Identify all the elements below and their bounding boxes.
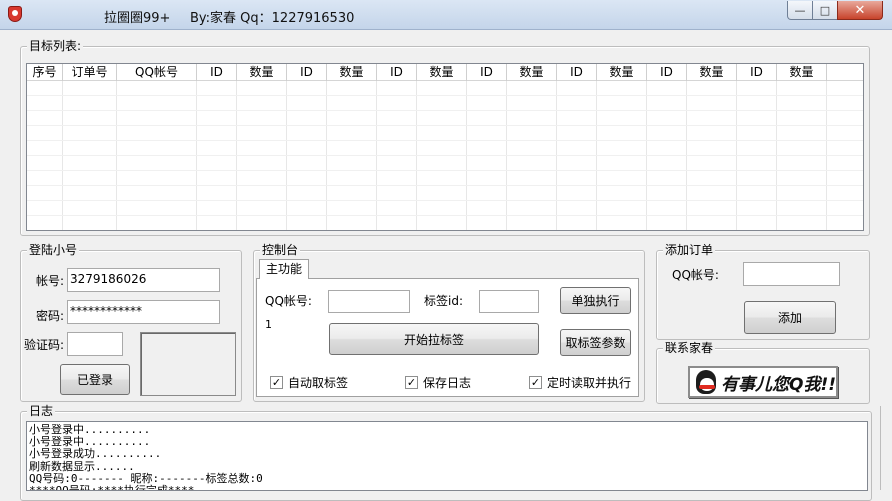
grid-line <box>27 140 863 141</box>
divider <box>880 406 881 490</box>
grid-line <box>27 155 863 156</box>
grid-line <box>27 215 863 216</box>
window-title-author: By:家春 Qq：1227916530 <box>190 11 355 26</box>
add-order-qq-label: QQ帐号: <box>672 268 719 282</box>
captcha-input[interactable] <box>67 332 123 356</box>
column-header[interactable]: ID <box>197 64 237 81</box>
close-button[interactable]: ✕ <box>837 1 883 20</box>
column-header[interactable]: ID <box>737 64 777 81</box>
column-header[interactable]: 数量 <box>417 64 467 81</box>
column-header[interactable]: 数量 <box>687 64 737 81</box>
password-label: 密码: <box>36 309 65 323</box>
account-label: 帐号: <box>36 274 65 288</box>
column-header[interactable]: ID <box>467 64 507 81</box>
control-qq-label: QQ帐号: <box>265 294 312 308</box>
tag-id-label: 标签id: <box>424 294 463 308</box>
password-input[interactable]: ************ <box>67 300 220 324</box>
table-body[interactable] <box>27 81 863 230</box>
grid-line <box>27 125 863 126</box>
fetch-tag-params-button[interactable]: 取标签参数 <box>560 329 631 356</box>
checkmark-icon: ✓ <box>270 376 283 389</box>
maximize-button[interactable]: □ <box>812 1 838 20</box>
column-header[interactable]: 数量 <box>597 64 647 81</box>
captcha-image[interactable] <box>140 332 236 396</box>
target-list-legend: 目标列表: <box>27 39 84 53</box>
control-legend: 控制台 <box>260 243 301 257</box>
grid-line <box>27 170 863 171</box>
captcha-label: 验证码: <box>24 338 65 352</box>
close-icon: ✕ <box>854 2 866 18</box>
table-header: 序号 订单号 QQ帐号 ID 数量 ID 数量 ID 数量 ID 数量 ID 数量 ID 数量 ID 数量 <box>27 64 863 81</box>
qq-penguin-icon <box>696 370 717 394</box>
column-header[interactable]: 序号 <box>27 64 63 81</box>
add-order-legend: 添加订单 <box>663 243 716 257</box>
timed-execute-label: 定时读取并执行 <box>547 376 632 390</box>
column-header[interactable]: 数量 <box>507 64 557 81</box>
minimize-icon: — <box>794 3 806 17</box>
column-header[interactable]: ID <box>647 64 687 81</box>
column-header[interactable]: 数量 <box>777 64 827 81</box>
log-legend: 日志 <box>27 404 56 418</box>
log-line: 小号登录中.......... <box>29 423 151 436</box>
window-title-app: 拉圈圈99+ <box>104 11 171 26</box>
grid-line <box>27 110 863 111</box>
tab-main[interactable]: 主功能 <box>259 259 309 279</box>
checkmark-icon: ✓ <box>405 376 418 389</box>
timed-execute-checkbox[interactable]: ✓ 定时读取并执行 <box>529 374 631 391</box>
login-button[interactable]: 已登录 <box>60 364 130 395</box>
checkmark-icon: ✓ <box>529 376 542 389</box>
login-legend: 登陆小号 <box>27 243 80 257</box>
save-log-label: 保存日志 <box>423 376 472 390</box>
single-execute-button[interactable]: 单独执行 <box>560 287 631 314</box>
add-order-button[interactable]: 添加 <box>744 301 836 334</box>
auto-fetch-tag-label: 自动取标签 <box>288 376 349 390</box>
grid-line <box>27 200 863 201</box>
column-header[interactable]: 数量 <box>327 64 377 81</box>
app-icon <box>8 6 22 22</box>
column-header[interactable]: 订单号 <box>63 64 117 81</box>
log-line: 刷新数据显示...... <box>29 459 135 473</box>
contact-qq-button-label: 有事儿您Q我!! <box>721 374 836 395</box>
maximize-icon: □ <box>819 3 831 17</box>
log-line: 小号登录成功.......... <box>29 447 162 461</box>
column-header[interactable]: ID <box>377 64 417 81</box>
log-line: ****QQ号码:****执行完成**** <box>29 484 195 491</box>
column-header[interactable]: 数量 <box>237 64 287 81</box>
auto-fetch-tag-checkbox[interactable]: ✓ 自动取标签 <box>270 374 348 391</box>
column-header[interactable]: QQ帐号 <box>117 64 197 81</box>
column-header[interactable]: ID <box>557 64 597 81</box>
account-input[interactable]: 3279186026 <box>67 268 220 292</box>
title-bar: 拉圈圈99+ By:家春 Qq：1227916530 — □ ✕ <box>0 0 892 30</box>
control-qq-input[interactable] <box>328 290 410 313</box>
contact-qq-button[interactable]: 有事儿您Q我!! <box>688 366 838 398</box>
save-log-checkbox[interactable]: ✓ 保存日志 <box>405 374 471 391</box>
counter-label: 1 <box>265 318 272 331</box>
add-order-qq-input[interactable] <box>743 262 840 286</box>
column-header[interactable]: ID <box>287 64 327 81</box>
minimize-button[interactable]: — <box>787 1 813 20</box>
grid-line <box>27 185 863 186</box>
target-list-table[interactable]: 序号 订单号 QQ帐号 ID 数量 ID 数量 ID 数量 ID 数量 ID 数量 ID 数量 ID 数量 <box>26 63 864 231</box>
log-textarea[interactable]: 小号登录中.......... 小号登录中.......... 小号登录成功....… <box>26 421 868 491</box>
grid-line <box>27 95 863 96</box>
contact-legend: 联系家春 <box>663 341 716 355</box>
tag-id-input[interactable] <box>479 290 539 313</box>
start-tagging-button[interactable]: 开始拉标签 <box>329 323 539 355</box>
